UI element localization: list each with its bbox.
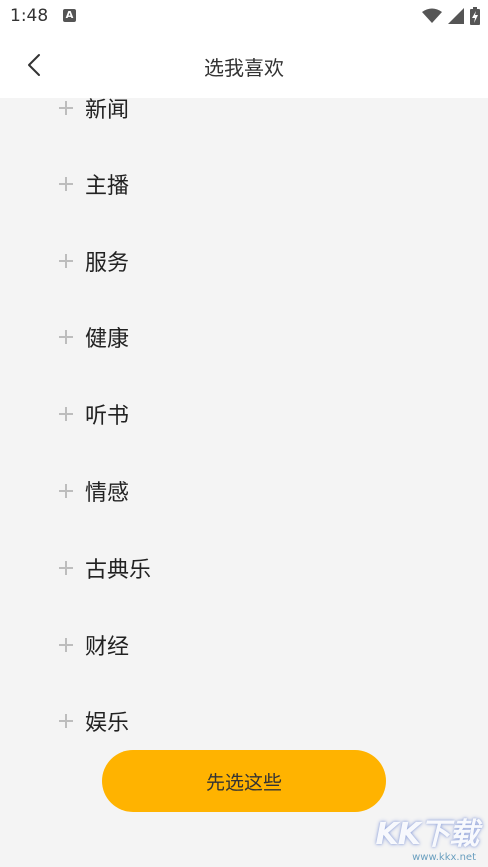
item-label: 娱乐 <box>85 711 130 736</box>
watermark-logo: KK下载 <box>375 817 479 852</box>
plus-icon <box>59 407 73 421</box>
list-item-service[interactable]: 服务 <box>59 241 129 281</box>
list-item-finance[interactable]: 财经 <box>59 625 129 665</box>
wifi-icon <box>422 8 442 23</box>
item-label: 主播 <box>85 174 130 199</box>
plus-icon <box>59 330 73 344</box>
status-icons <box>422 7 480 25</box>
list-item-audiobook[interactable]: 听书 <box>59 394 129 434</box>
watermark: KK下载 www.kkx.net <box>364 805 482 865</box>
status-time: 1:48 <box>10 6 49 26</box>
plus-icon <box>59 254 73 268</box>
header: 选我喜欢 <box>0 32 488 98</box>
plus-icon <box>59 638 73 652</box>
list-item-news[interactable]: 新闻 <box>59 98 129 128</box>
a-icon: A <box>63 9 76 22</box>
list-item-emotion[interactable]: 情感 <box>59 471 129 511</box>
list-item-anchor[interactable]: 主播 <box>59 164 129 204</box>
item-label: 情感 <box>85 481 130 506</box>
item-label: 健康 <box>85 327 130 352</box>
plus-icon <box>59 484 73 498</box>
plus-icon <box>59 101 73 115</box>
item-label: 服务 <box>85 251 130 276</box>
plus-icon <box>59 177 73 191</box>
item-label: 新闻 <box>85 98 130 123</box>
plus-icon <box>59 561 73 575</box>
item-label: 古典乐 <box>85 558 152 583</box>
watermark-url: www.kkx.net <box>412 852 476 863</box>
list-item-classical[interactable]: 古典乐 <box>59 548 151 588</box>
plus-icon <box>59 714 73 728</box>
signal-icon <box>448 8 464 24</box>
list-item-entertainment[interactable]: 娱乐 <box>59 701 129 741</box>
battery-icon <box>470 7 480 25</box>
status-bar: 1:48 A <box>0 0 488 32</box>
list-item-health[interactable]: 健康 <box>59 317 129 357</box>
item-label: 听书 <box>85 404 130 429</box>
page-title: 选我喜欢 <box>204 56 284 80</box>
confirm-button[interactable]: 先选这些 <box>102 750 386 812</box>
item-label: 财经 <box>85 635 130 660</box>
